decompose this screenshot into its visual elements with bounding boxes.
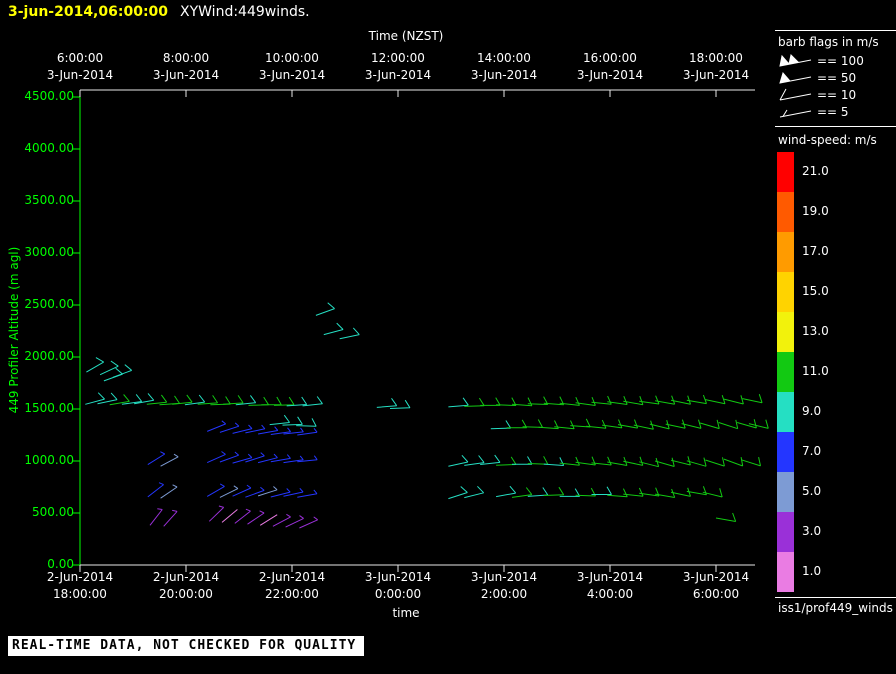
barb-flag-icon bbox=[779, 88, 812, 100]
barb-flag-legend-item: == 100 bbox=[778, 52, 864, 69]
wind-barb bbox=[206, 483, 225, 497]
wind-barb bbox=[723, 457, 744, 467]
wind-barb bbox=[570, 418, 591, 428]
legend-separator-bottom bbox=[775, 597, 896, 598]
wind-barb bbox=[219, 422, 240, 433]
wind-barb bbox=[112, 364, 133, 378]
colorbar-value-label: 15.0 bbox=[802, 284, 829, 298]
wind-barb bbox=[221, 509, 238, 523]
colorbar-value-label: 7.0 bbox=[802, 444, 822, 458]
wind-barb bbox=[511, 397, 533, 407]
barb-flag-legend-label: == 10 bbox=[817, 87, 857, 102]
wind-barb bbox=[247, 510, 265, 525]
wind-barb bbox=[234, 508, 251, 524]
wind-barb bbox=[389, 399, 411, 409]
wind-barb bbox=[282, 416, 303, 426]
wind-barb bbox=[448, 397, 469, 408]
legend-separator-top bbox=[775, 30, 896, 31]
wind-barb bbox=[160, 484, 178, 499]
wind-barb bbox=[448, 486, 468, 500]
colorbar-value-label: 3.0 bbox=[802, 524, 822, 538]
colorbar-swatch bbox=[777, 152, 794, 192]
wind-barb bbox=[146, 394, 168, 405]
wind-speed-colorbar: 21.0 19.0 17.0 15.0 13.0 11.0 9.0 7.0 5.0 3.0 1.0 bbox=[777, 152, 896, 592]
colorbar-value-label: 19.0 bbox=[802, 204, 829, 218]
wind-barb bbox=[705, 457, 725, 467]
colorbar-swatch bbox=[777, 312, 794, 352]
wind-barb bbox=[259, 514, 278, 526]
colorbar-swatch bbox=[777, 192, 794, 232]
colorbar-value-label: 1.0 bbox=[802, 564, 822, 578]
barb-flag-legend-label: == 50 bbox=[817, 70, 857, 85]
wind-barb bbox=[376, 398, 398, 408]
colorbar-title: wind-speed: m/s bbox=[778, 133, 877, 147]
wind-barb bbox=[160, 453, 179, 467]
wind-barb bbox=[297, 489, 318, 498]
colorbar-swatch bbox=[777, 352, 794, 392]
colorbar-value-label: 13.0 bbox=[802, 324, 829, 338]
wind-barb bbox=[163, 509, 178, 527]
wind-barb bbox=[207, 420, 227, 432]
colorbar-value-label: 9.0 bbox=[802, 404, 822, 418]
data-source-label: iss1/prof449_winds bbox=[778, 601, 893, 615]
barb-flag-legend-item: == 5 bbox=[778, 103, 849, 120]
wind-barb bbox=[283, 487, 304, 497]
wind-barb bbox=[323, 322, 344, 336]
wind-barb bbox=[699, 419, 720, 430]
barb-flag-legend-label: == 5 bbox=[817, 104, 849, 119]
colorbar-swatch bbox=[777, 272, 794, 312]
wind-barb bbox=[297, 427, 318, 436]
wind-barb bbox=[702, 488, 723, 498]
wind-barb bbox=[741, 456, 761, 467]
colorbar-value-label: 21.0 bbox=[802, 164, 829, 178]
wind-barb bbox=[208, 505, 225, 522]
wind-barb bbox=[283, 427, 304, 435]
colorbar-swatch bbox=[777, 512, 794, 552]
wind-barb bbox=[232, 453, 253, 464]
wind-barb bbox=[737, 419, 757, 429]
wind-barb bbox=[448, 454, 469, 467]
wind-barbs-layer bbox=[85, 302, 769, 529]
wind-profiler-display: 3-jun-2014,06:00:00 XYWind:449winds. Tim… bbox=[0, 0, 896, 674]
wind-barb bbox=[723, 395, 744, 405]
wind-barb bbox=[86, 357, 104, 373]
colorbar-value-label: 5.0 bbox=[802, 484, 822, 498]
wind-barb bbox=[258, 426, 279, 435]
barb-flags-legend: == 100 == 50 == 10 == 5 bbox=[778, 52, 896, 124]
wind-barb bbox=[219, 451, 240, 463]
barb-flags-title: barb flags in m/s bbox=[778, 35, 879, 49]
barb-flag-icon bbox=[779, 71, 812, 84]
barb-flag-legend-item: == 50 bbox=[778, 69, 856, 86]
wind-barb bbox=[147, 451, 166, 466]
colorbar-value-label: 17.0 bbox=[802, 244, 829, 258]
colorbar-swatch bbox=[777, 392, 794, 432]
wind-barb bbox=[742, 394, 763, 404]
quality-warning-text: REAL-TIME DATA, NOT CHECKED FOR QUALITY bbox=[12, 638, 357, 653]
colorbar-value-label: 11.0 bbox=[802, 364, 829, 378]
barb-flag-legend-label: == 100 bbox=[817, 53, 864, 68]
legend-separator-mid bbox=[775, 126, 896, 127]
wind-barb bbox=[269, 414, 291, 426]
wind-barb bbox=[103, 367, 123, 382]
wind-barb bbox=[248, 396, 269, 406]
colorbar-swatch bbox=[777, 232, 794, 272]
wind-barb bbox=[315, 302, 335, 316]
wind-barb bbox=[149, 508, 163, 526]
wind-barb bbox=[705, 395, 726, 405]
barb-flag-icon bbox=[779, 53, 812, 67]
wind-barb bbox=[554, 420, 575, 430]
wind-barb bbox=[245, 452, 265, 463]
colorbar-swatch bbox=[777, 472, 794, 512]
wind-barb bbox=[715, 512, 737, 522]
wind-barb bbox=[496, 485, 517, 498]
wind-barb bbox=[147, 482, 164, 498]
colorbar-swatch bbox=[777, 552, 794, 592]
quality-warning-banner: REAL-TIME DATA, NOT CHECKED FOR QUALITY bbox=[8, 636, 365, 656]
barb-flag-icon bbox=[779, 109, 812, 117]
colorbar-swatch bbox=[777, 432, 794, 472]
wind-barb-plot bbox=[73, 89, 769, 572]
wind-barb bbox=[285, 515, 304, 528]
barb-flag-legend-item: == 10 bbox=[778, 86, 856, 103]
wind-barb bbox=[718, 419, 739, 430]
